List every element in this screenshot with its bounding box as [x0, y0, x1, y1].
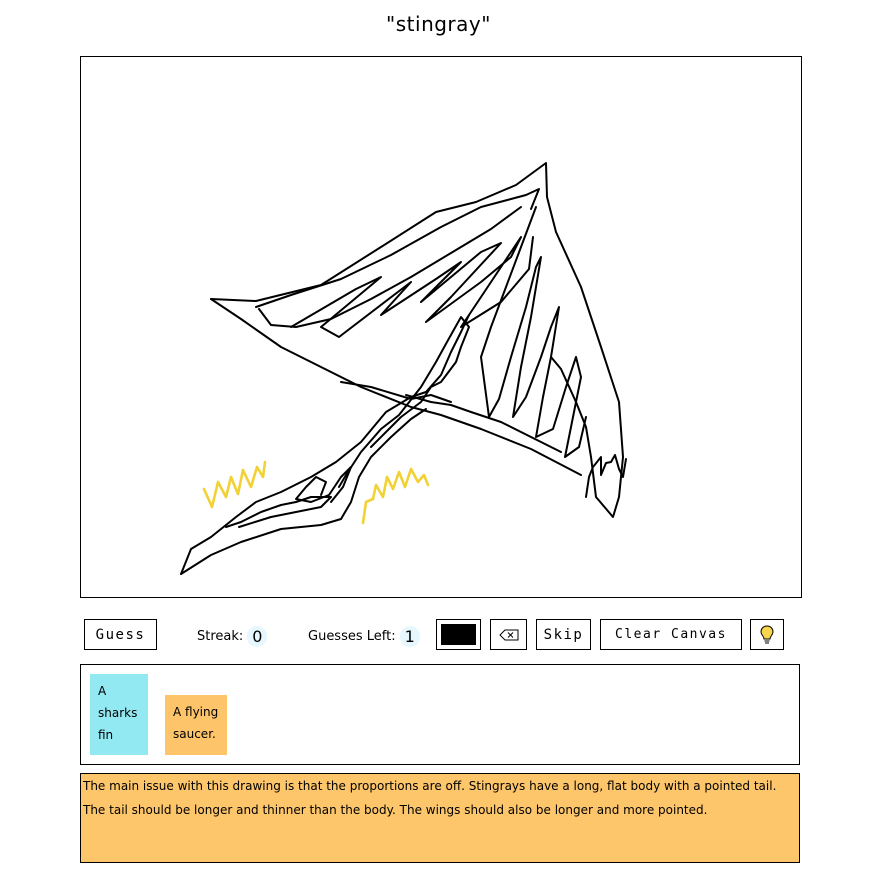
streak-counter: Streak: 0 — [197, 626, 268, 647]
streak-value: 0 — [247, 626, 268, 647]
guess-button[interactable]: Guess — [84, 619, 157, 650]
undo-button[interactable] — [490, 619, 527, 650]
brush-color-picker[interactable] — [436, 619, 481, 650]
guesses-left-value: 1 — [399, 626, 420, 647]
guesses-left-counter: Guesses Left: 1 — [308, 626, 420, 647]
guess-note-1: A sharks fin — [90, 674, 148, 755]
guess-history: A sharks fin A flying saucer. — [80, 664, 800, 765]
guess-note-2: A flying saucer. — [165, 695, 227, 755]
backspace-icon — [498, 629, 518, 640]
prompt-title: "stingray" — [386, 12, 491, 36]
lightbulb-icon — [760, 624, 774, 643]
feedback-panel: The main issue with this drawing is that… — [80, 773, 800, 863]
skip-button[interactable]: Skip — [536, 619, 591, 650]
guess-text: A flying saucer. — [173, 705, 219, 741]
guess-text: A sharks fin — [98, 684, 138, 742]
guesses-left-label: Guesses Left: — [308, 629, 396, 644]
color-swatch — [441, 624, 476, 645]
drawing-canvas[interactable] — [80, 56, 802, 598]
feedback-text: The main issue with this drawing is that… — [83, 779, 777, 817]
clear-canvas-button[interactable]: Clear Canvas — [600, 619, 742, 650]
hint-button[interactable] — [750, 619, 784, 650]
streak-label: Streak: — [197, 629, 244, 644]
drawing-strokes — [180, 162, 627, 575]
